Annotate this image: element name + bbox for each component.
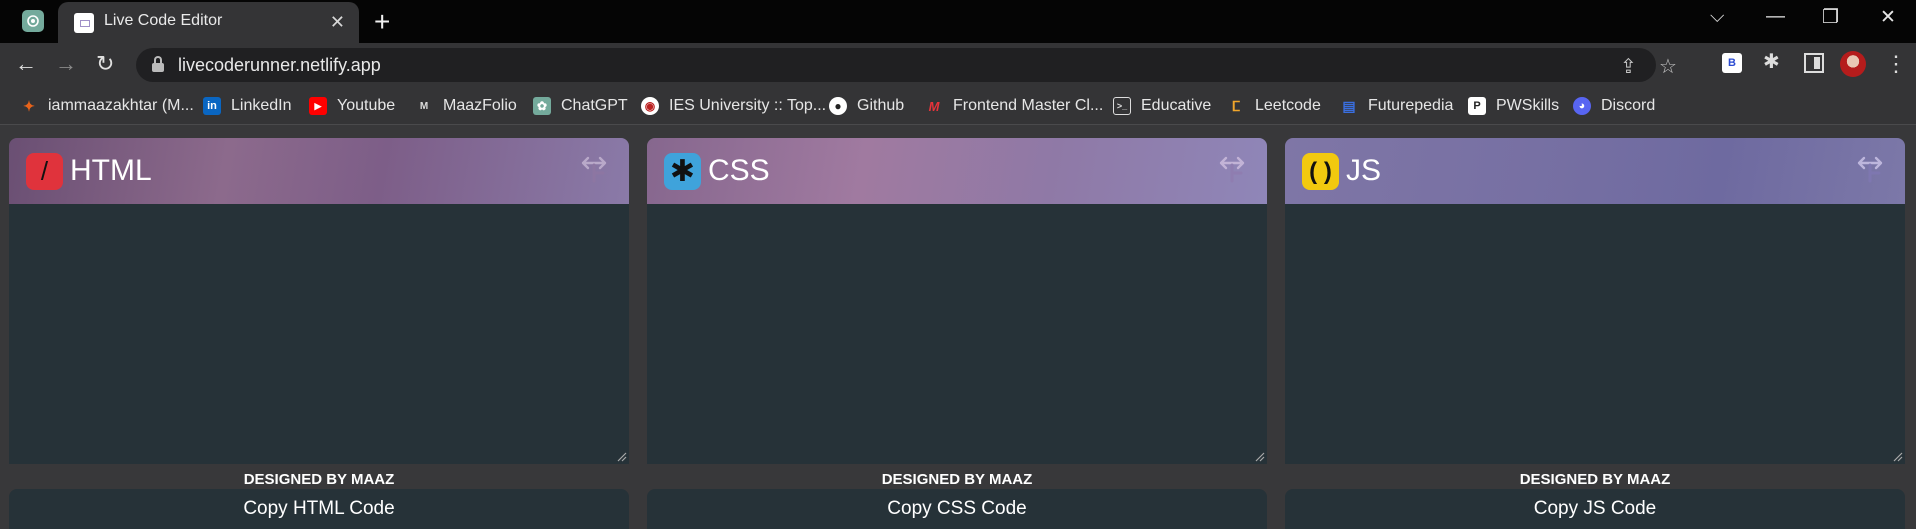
bookmark-star-icon[interactable]: ☆ [1659, 54, 1677, 79]
expand-arrows-icon[interactable] [581, 155, 607, 183]
extension-b-icon[interactable]: B [1722, 53, 1742, 73]
forward-button[interactable]: → [55, 51, 77, 77]
designer-credit: DESIGNED BY MAAZ [1519, 471, 1671, 488]
bookmark-item[interactable]: ✿ ChatGPT [533, 97, 628, 115]
share-icon[interactable]: ⇪ [1620, 54, 1637, 79]
page-content: / HTML DESIGNED BY MAAZ Copy HTML Code ✱… [0, 126, 1916, 529]
tab-title: Live Code Editor [104, 12, 223, 29]
css-asterisk-icon: ✱ [664, 153, 701, 190]
discord-icon: ◕ [1573, 97, 1591, 115]
leetcode-icon: ⵎ [1227, 97, 1245, 115]
js-panel-header: ( ) JS [1285, 138, 1905, 204]
bookmark-item[interactable]: ◕ Discord [1573, 97, 1655, 115]
blog-icon: ✦ [20, 97, 38, 115]
bookmark-item[interactable]: ◉ IES University :: Top... [641, 97, 826, 115]
bookmark-item[interactable]: M MaazFolio [415, 97, 517, 115]
browser-menu-icon[interactable]: ⋮ [1885, 51, 1907, 77]
close-tab-icon[interactable]: ✕ [330, 12, 345, 33]
resize-grip-icon[interactable] [617, 452, 627, 462]
url-text[interactable]: livecoderunner.netlify.app [178, 55, 381, 76]
maazfolio-icon: M [415, 97, 433, 115]
bookmark-item[interactable]: M Frontend Master Cl... [925, 97, 1103, 115]
css-panel-title: CSS [708, 154, 770, 187]
tab-search-chevron-icon[interactable]: ⌵ [1710, 6, 1724, 28]
resize-grip-icon[interactable] [1893, 452, 1903, 462]
copy-js-button[interactable]: Copy JS Code [1285, 489, 1905, 529]
pinned-tab-chatgpt[interactable] [22, 10, 46, 34]
css-code-editor[interactable] [647, 204, 1267, 464]
close-window-button[interactable]: ✕ [1880, 6, 1896, 29]
futurepedia-icon: ▤ [1340, 97, 1358, 115]
designer-credit: DESIGNED BY MAAZ [243, 471, 395, 488]
bookmark-item[interactable]: ▶ Youtube [309, 97, 395, 115]
github-icon: ● [829, 97, 847, 115]
minimize-button[interactable]: — [1766, 6, 1785, 28]
pwskills-icon: P [1468, 97, 1486, 115]
js-panel-title: JS [1346, 154, 1382, 187]
js-brackets-icon: ( ) [1302, 153, 1339, 190]
side-panel-icon[interactable] [1804, 53, 1824, 73]
ies-icon: ◉ [641, 97, 659, 115]
browser-toolbar: ← → ↻ livecoderunner.netlify.app ⇪ ☆ B ✱… [0, 43, 1916, 88]
back-button[interactable]: ← [15, 51, 37, 77]
bookmarks-bar: ✦ iammaazakhtar (M... in LinkedIn ▶ Youtube… [0, 88, 1916, 125]
bookmark-item[interactable]: ▤ Futurepedia [1340, 97, 1453, 115]
bookmark-item[interactable]: ⵎ Leetcode [1227, 97, 1321, 115]
address-bar[interactable]: livecoderunner.netlify.app ⇪ ☆ [136, 48, 1677, 82]
expand-arrows-icon[interactable] [1219, 155, 1245, 183]
lock-icon[interactable] [152, 56, 164, 72]
tab-strip: Live Code Editor ✕ + ⌵ — ❐ ✕ [0, 0, 1916, 43]
js-editor-panel: ( ) JS DESIGNED BY MAAZ Copy JS Code [1285, 138, 1905, 529]
youtube-icon: ▶ [309, 97, 327, 115]
chatgpt-icon: ✿ [533, 97, 551, 115]
css-editor-panel: ✱ CSS DESIGNED BY MAAZ Copy CSS Code [647, 138, 1267, 529]
bookmark-item[interactable]: P PWSkills [1468, 97, 1559, 115]
restore-button[interactable]: ❐ [1822, 6, 1839, 29]
bookmark-item[interactable]: >_ Educative [1113, 97, 1211, 115]
html-editor-panel: / HTML DESIGNED BY MAAZ Copy HTML Code [9, 138, 629, 529]
reload-button[interactable]: ↻ [96, 51, 114, 77]
chatgpt-icon [22, 10, 44, 32]
bookmark-item[interactable]: ● Github [829, 97, 904, 115]
page-favicon-icon [74, 13, 94, 33]
new-tab-button[interactable]: + [374, 6, 390, 38]
html-code-editor[interactable] [9, 204, 629, 464]
educative-icon: >_ [1113, 97, 1131, 115]
tab-live-code-editor[interactable]: Live Code Editor ✕ [58, 2, 359, 43]
html-slash-icon: / [26, 153, 63, 190]
designer-credit: DESIGNED BY MAAZ [881, 471, 1033, 488]
frontend-master-icon: M [925, 97, 943, 115]
copy-html-button[interactable]: Copy HTML Code [9, 489, 629, 529]
html-panel-header: / HTML [9, 138, 629, 204]
copy-css-button[interactable]: Copy CSS Code [647, 489, 1267, 529]
profile-avatar[interactable] [1840, 51, 1866, 77]
bookmark-item[interactable]: ✦ iammaazakhtar (M... [20, 97, 194, 115]
bookmark-item[interactable]: in LinkedIn [203, 97, 292, 115]
html-panel-title: HTML [70, 154, 152, 187]
js-code-editor[interactable] [1285, 204, 1905, 464]
resize-grip-icon[interactable] [1255, 452, 1265, 462]
css-panel-header: ✱ CSS [647, 138, 1267, 204]
linkedin-icon: in [203, 97, 221, 115]
expand-arrows-icon[interactable] [1857, 155, 1883, 183]
extensions-puzzle-icon[interactable]: ✱ [1763, 49, 1783, 73]
